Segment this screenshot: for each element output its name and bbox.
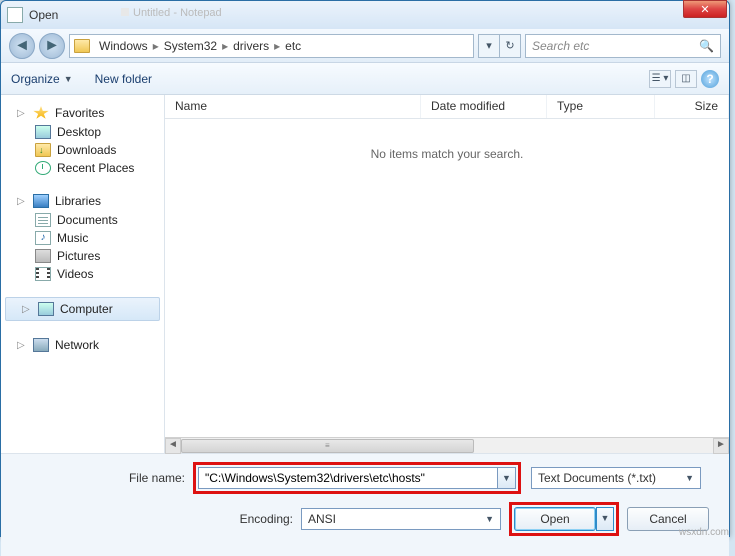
scroll-thumb[interactable]: ≡ [181,439,474,453]
title-bar[interactable]: Open Untitled - Notepad ✕ [1,1,729,29]
close-button[interactable]: ✕ [683,0,727,18]
column-size[interactable]: Size [655,95,729,118]
open-dialog-window: Open Untitled - Notepad ✕ ◄ ► Windows▸ S… [0,0,730,537]
sidebar-item-pictures[interactable]: Pictures [1,247,164,265]
scroll-left-button[interactable]: ◄ [165,438,181,454]
documents-icon [35,213,51,227]
favorites-group[interactable]: ▷Favorites [1,103,164,123]
libraries-group[interactable]: ▷Libraries [1,191,164,211]
breadcrumb-seg[interactable]: System32 [161,39,220,53]
refresh-button[interactable]: ↻ [499,34,521,58]
sidebar-item-downloads[interactable]: Downloads [1,141,164,159]
folder-icon [74,39,90,53]
file-type-filter[interactable]: Text Documents (*.txt)▼ [531,467,701,489]
column-date[interactable]: Date modified [421,95,547,118]
filename-highlight: ▼ [193,462,521,494]
network-icon [33,338,49,352]
horizontal-scrollbar[interactable]: ◄ ≡ ► [165,437,729,453]
filename-label: File name: [17,471,185,485]
window-title: Open [29,8,58,22]
app-icon [7,7,23,23]
breadcrumb-seg[interactable]: drivers [230,39,272,53]
navigation-pane: ▷Favorites Desktop Downloads Recent Plac… [1,95,165,453]
help-button[interactable]: ? [701,70,719,88]
sidebar-item-videos[interactable]: Videos [1,265,164,283]
computer-icon [38,302,54,316]
encoding-label: Encoding: [17,512,293,526]
open-button[interactable]: Open [514,507,596,531]
toolbar: Organize▼ New folder ☰ ▾ ◫ ? [1,63,729,95]
pictures-icon [35,249,51,263]
column-headers: Name Date modified Type Size [165,95,729,119]
filename-dropdown-button[interactable]: ▼ [498,467,516,489]
sidebar-item-documents[interactable]: Documents [1,211,164,229]
desktop-icon [35,125,51,139]
recent-icon [35,161,51,175]
star-icon [33,106,49,120]
forward-button[interactable]: ► [39,33,65,59]
search-placeholder: Search etc [532,39,589,53]
sidebar-item-network[interactable]: ▷Network [1,335,164,355]
videos-icon [35,267,51,281]
column-type[interactable]: Type [547,95,655,118]
sidebar-item-desktop[interactable]: Desktop [1,123,164,141]
encoding-select[interactable]: ANSI▼ [301,508,501,530]
bottom-panel: File name: ▼ Text Documents (*.txt)▼ Enc… [1,453,729,556]
preview-pane-button[interactable]: ◫ [675,70,697,88]
scroll-right-button[interactable]: ► [713,438,729,454]
sidebar-item-recent[interactable]: Recent Places [1,159,164,177]
organize-button[interactable]: Organize▼ [11,72,73,86]
scroll-track[interactable]: ≡ [181,438,713,454]
music-icon: ♪ [35,231,51,245]
sidebar-item-music[interactable]: ♪Music [1,229,164,247]
open-split-button[interactable]: ▼ [596,507,614,531]
search-icon: 🔍 [699,39,714,53]
breadcrumb-seg[interactable]: etc [282,39,304,53]
file-list[interactable]: Name Date modified Type Size No items ma… [165,95,729,453]
watermark: wsxdn.com [679,527,729,538]
search-input[interactable]: Search etc 🔍 [525,34,721,58]
empty-message: No items match your search. [165,147,729,161]
new-folder-button[interactable]: New folder [95,72,152,86]
breadcrumb-seg[interactable]: Windows [96,39,151,53]
libraries-icon [33,194,49,208]
address-bar: ◄ ► Windows▸ System32▸ drivers▸ etc ▾ ↻ … [1,29,729,63]
back-button[interactable]: ◄ [9,33,35,59]
sidebar-item-computer[interactable]: ▷Computer [5,297,160,321]
filename-input[interactable] [198,467,498,489]
column-name[interactable]: Name [165,95,421,118]
downloads-icon [35,143,51,157]
view-options-button[interactable]: ☰ ▾ [649,70,671,88]
open-button-highlight: Open ▼ [509,502,619,536]
background-window-title: Untitled - Notepad [121,7,222,19]
path-dropdown-button[interactable]: ▾ [478,34,500,58]
breadcrumb[interactable]: Windows▸ System32▸ drivers▸ etc [69,34,474,58]
